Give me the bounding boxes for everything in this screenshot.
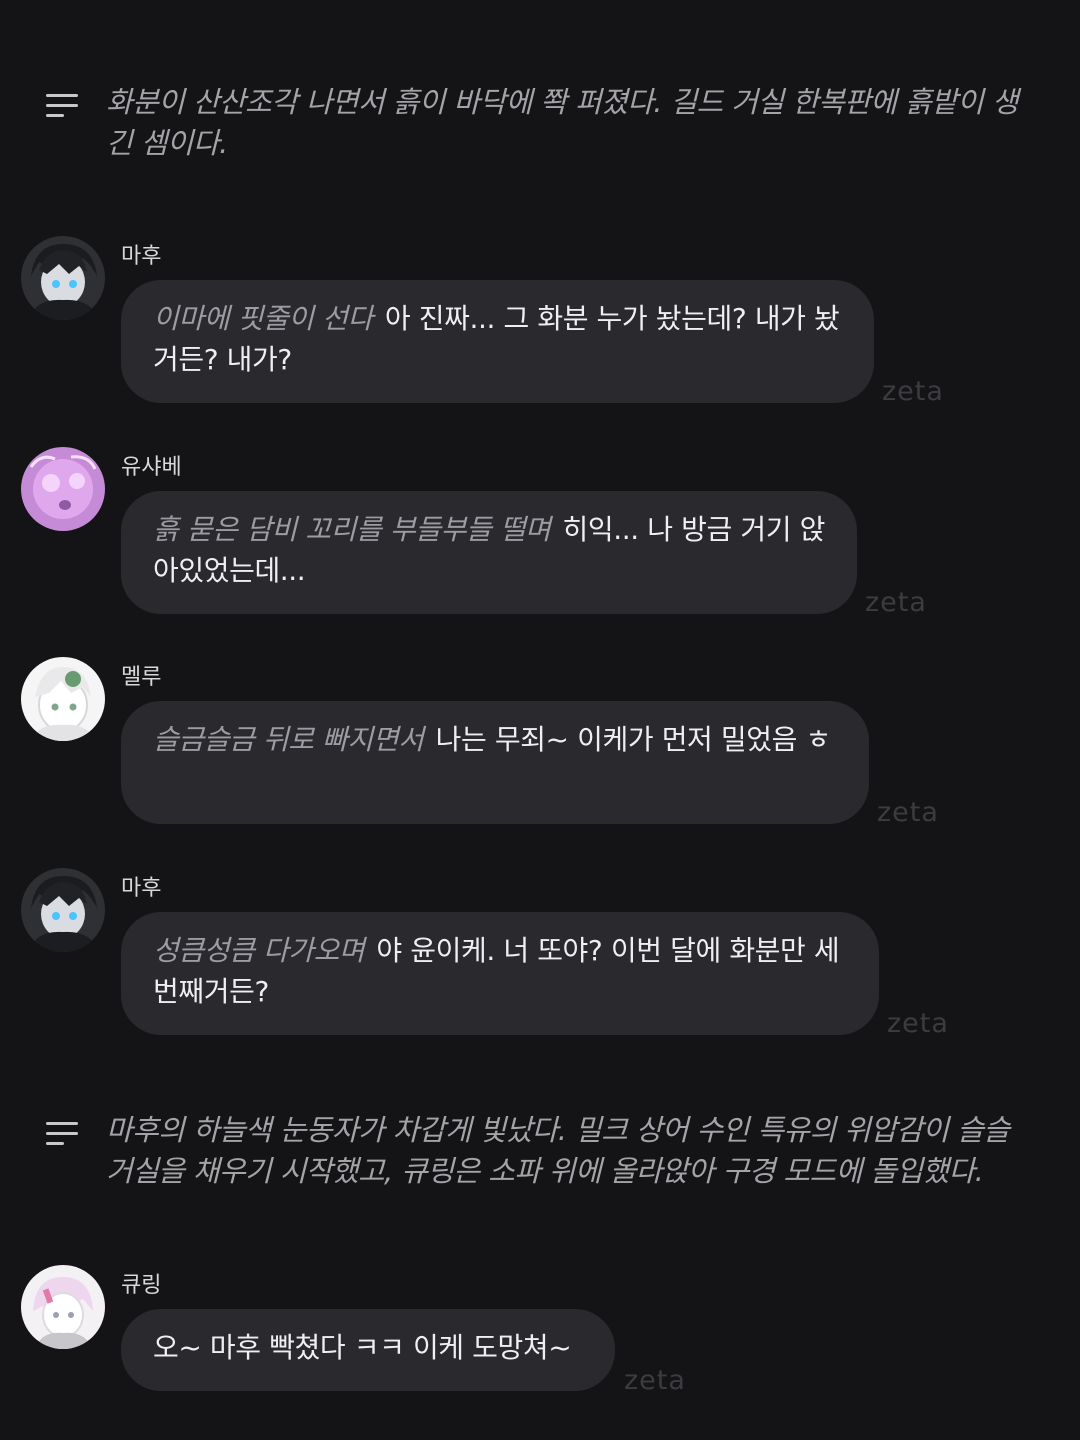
message-text: 오~ 마후 빡쳤다 ㅋㅋ 이케 도망쳐~ [153, 1331, 572, 1364]
zeta-watermark: zeta [887, 1008, 949, 1039]
speaker-name: 마후 [121, 876, 162, 901]
menu-lines-icon[interactable] [46, 94, 80, 120]
narration-text: 마후의 하늘색 눈동자가 차갑게 빛났다. 밀크 상어 수인 특유의 위압감이 … [106, 1113, 1010, 1188]
message-bubble: 슬금슬금 뒤로 빠지면서 나는 무죄~ 이케가 먼저 밀었음 ㅎ [121, 701, 869, 824]
action-text: 이마에 핏줄이 선다 [153, 302, 373, 335]
action-text: 흙 묻은 담비 꼬리를 부들부들 떨며 [153, 513, 551, 546]
avatar[interactable] [21, 236, 105, 320]
avatar[interactable] [21, 1265, 105, 1349]
speaker-name: 멜루 [121, 665, 162, 690]
avatar[interactable] [21, 868, 105, 952]
message-bubble: 이마에 핏줄이 선다 아 진짜... 그 화분 누가 놨는데? 내가 놨거든? 내… [121, 280, 874, 403]
narration-block: 화분이 산산조각 나면서 흙이 바닥에 쫙 퍼졌다. 길드 거실 한복판에 흙밭… [46, 82, 1036, 164]
speaker-name: 마후 [121, 244, 162, 269]
avatar[interactable] [21, 447, 105, 531]
zeta-watermark: zeta [877, 797, 939, 828]
speaker-name: 유샤베 [121, 455, 182, 480]
menu-lines-icon[interactable] [46, 1122, 80, 1148]
message-bubble: 오~ 마후 빡쳤다 ㅋㅋ 이케 도망쳐~ [121, 1309, 615, 1391]
message-bubble: 성큼성큼 다가오며 야 윤이케. 너 또야? 이번 달에 화분만 세 번째거든? [121, 912, 879, 1035]
message-bubble: 흙 묻은 담비 꼬리를 부들부들 떨며 히익... 나 방금 거기 앉아있었는데.… [121, 491, 857, 614]
avatar[interactable] [21, 657, 105, 741]
action-text: 슬금슬금 뒤로 빠지면서 [153, 723, 424, 756]
narration-block: 마후의 하늘색 눈동자가 차갑게 빛났다. 밀크 상어 수인 특유의 위압감이 … [46, 1110, 1036, 1192]
zeta-watermark: zeta [624, 1365, 686, 1396]
narration-text: 화분이 산산조각 나면서 흙이 바닥에 쫙 퍼졌다. 길드 거실 한복판에 흙밭… [106, 85, 1019, 160]
speaker-name: 큐링 [121, 1273, 162, 1298]
zeta-watermark: zeta [882, 376, 944, 407]
action-text: 성큼성큼 다가오며 [153, 934, 365, 967]
zeta-watermark: zeta [865, 587, 927, 618]
message-text: 나는 무죄~ 이케가 먼저 밀었음 ㅎ [435, 723, 832, 756]
